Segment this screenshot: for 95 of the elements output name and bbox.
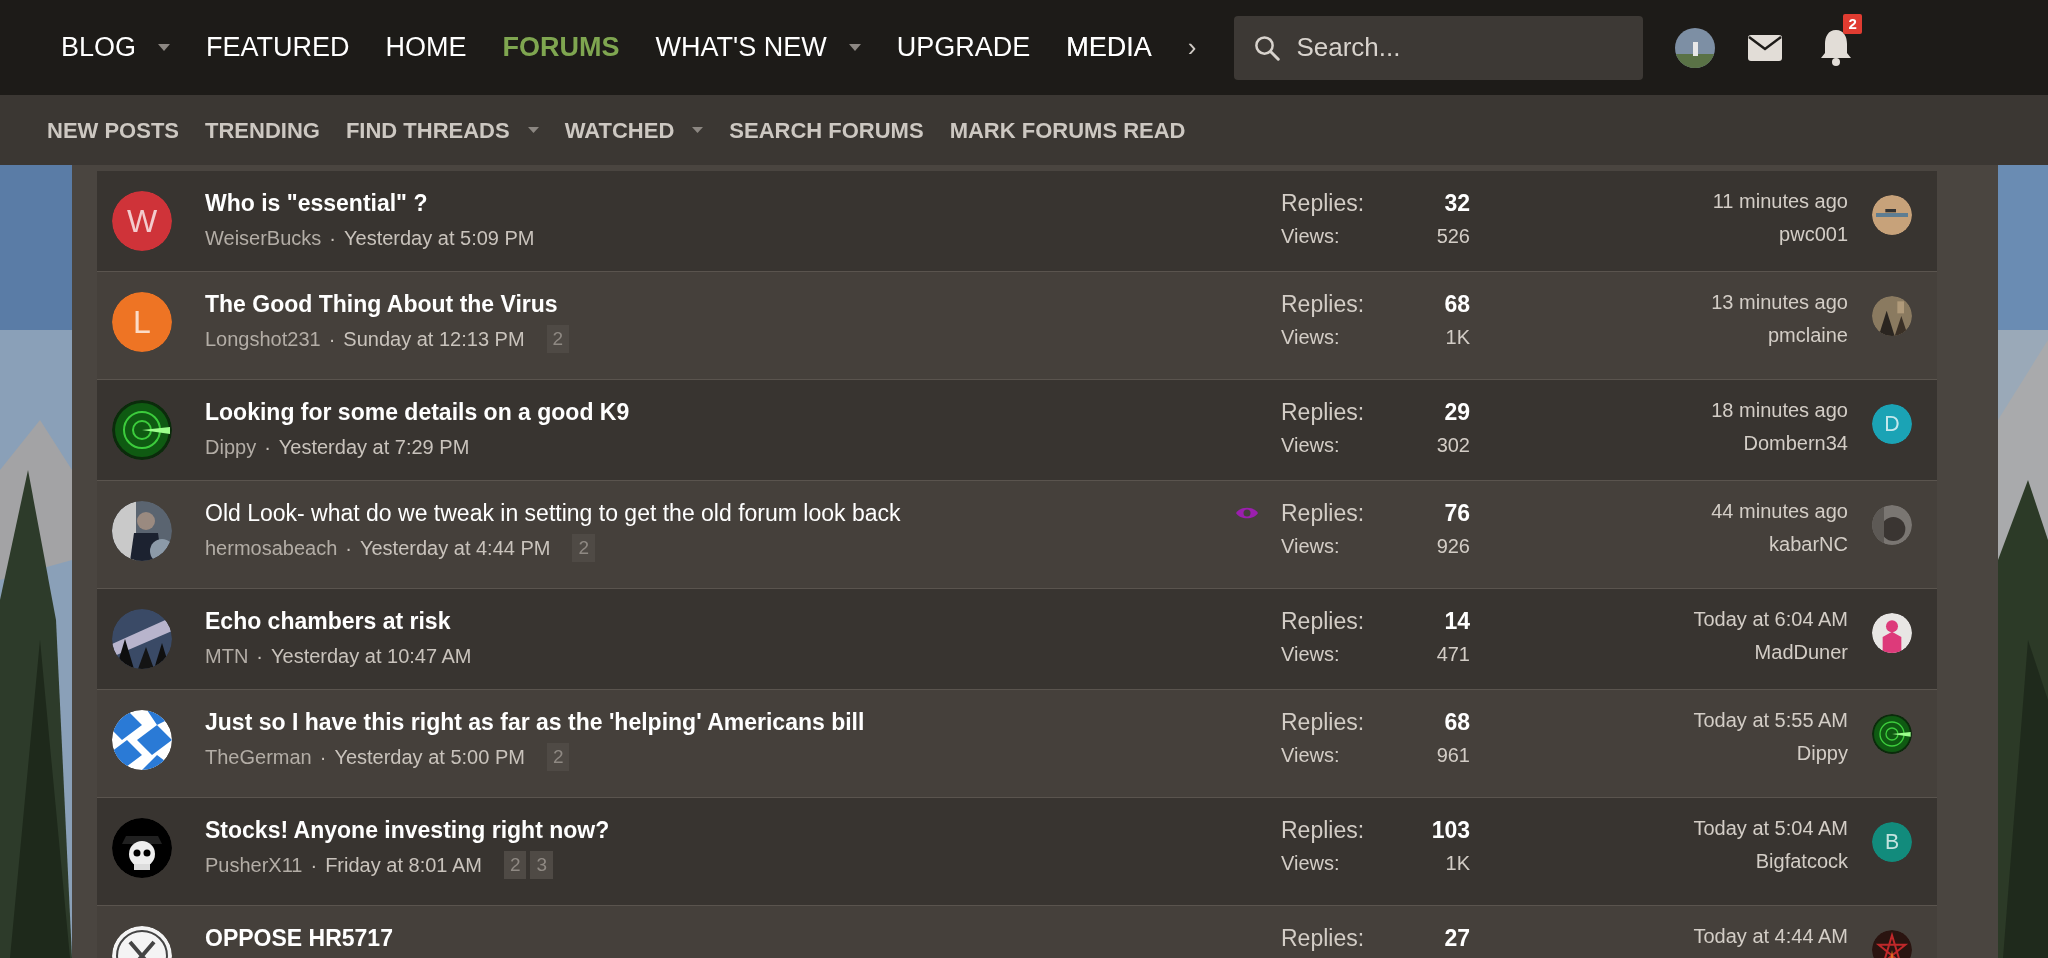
subnav-link[interactable]: TRENDING [205, 113, 320, 147]
author-link[interactable]: Longshot231 [205, 324, 321, 354]
last-poster-name[interactable]: Bigfatcock [1755, 846, 1848, 876]
reply-count: 68 [1444, 290, 1470, 319]
nav-tab[interactable]: FORUMS [502, 27, 620, 68]
author-link[interactable]: hermosabeach [205, 533, 338, 563]
nav-tab[interactable]: BLOG [61, 27, 137, 68]
post-date[interactable]: Yesterday at 5:09 PM [344, 223, 535, 253]
reply-count: 29 [1444, 398, 1470, 427]
reply-count: 14 [1444, 607, 1470, 636]
reply-count: 68 [1444, 708, 1470, 737]
view-count: 302 [1436, 433, 1470, 458]
last-post-time[interactable]: Today at 4:44 AM [1693, 922, 1848, 950]
stat-label: Views: [1281, 224, 1340, 249]
caret-icon[interactable] [692, 127, 704, 133]
alert-count-badge: 2 [1843, 13, 1862, 34]
stat-label: Replies: [1281, 708, 1365, 737]
nav-tab[interactable]: UPGRADE [896, 27, 1031, 68]
author-link[interactable]: MTN [205, 641, 249, 671]
last-poster-name[interactable]: pwc001 [1779, 219, 1848, 249]
view-count: 526 [1436, 224, 1470, 249]
thread-title[interactable]: Who is "essential" ? [205, 187, 1235, 219]
stat-label: Views: [1281, 534, 1340, 559]
last-poster-name[interactable]: MadDuner [1754, 637, 1848, 667]
stat-label: Replies: [1281, 499, 1365, 528]
separator-dot: · [256, 644, 263, 669]
view-count: 926 [1436, 534, 1470, 559]
last-post-time[interactable]: 13 minutes ago [1711, 288, 1848, 316]
view-count: 1K [1445, 325, 1470, 350]
nav-tab[interactable]: HOME [385, 27, 467, 68]
last-post-time[interactable]: 44 minutes ago [1711, 497, 1848, 525]
caret-icon[interactable] [848, 44, 861, 51]
nav-tab[interactable]: WHAT'S NEW [655, 27, 827, 68]
thread-title[interactable]: The Good Thing About the Virus [205, 288, 1235, 320]
thread-title[interactable]: Old Look- what do we tweak in setting to get the old forum look back [205, 497, 1235, 529]
search-field[interactable]: Search... [1234, 15, 1644, 80]
stat-label: Views: [1281, 743, 1340, 768]
post-date[interactable]: Friday at 8:01 AM [325, 850, 482, 880]
post-date[interactable]: Yesterday at 7:29 PM [278, 432, 470, 462]
separator-dot: · [319, 745, 327, 770]
stat-label: Replies: [1281, 398, 1365, 427]
author-link[interactable]: Dippy [205, 432, 257, 462]
thread-title[interactable]: OPPOSE HR5717 [205, 922, 1235, 954]
mail-icon[interactable] [1747, 33, 1784, 62]
reply-count: 103 [1431, 816, 1470, 845]
stat-label: Replies: [1281, 607, 1365, 636]
subnav-link[interactable]: FIND THREADS [345, 113, 510, 147]
reply-count: 27 [1444, 924, 1470, 953]
more-arrow[interactable]: › [1187, 28, 1197, 67]
last-post-time[interactable]: 11 minutes ago [1712, 187, 1848, 215]
reply-count: 32 [1444, 189, 1470, 218]
subnav-link[interactable]: WATCHED [564, 113, 675, 147]
thread-title[interactable]: Echo chambers at risk [205, 605, 1235, 637]
author-link[interactable]: WeiserBucks [205, 223, 322, 253]
stat-label: Views: [1281, 851, 1340, 876]
last-post-time[interactable]: Today at 5:55 AM [1693, 706, 1848, 734]
view-count: 961 [1436, 743, 1470, 768]
subnav-link[interactable]: SEARCH FORUMS [729, 113, 924, 147]
stat-label: Views: [1281, 433, 1340, 458]
stat-label: Views: [1281, 642, 1340, 667]
thread-title[interactable]: Just so I have this right as far as the 'helping' Americans bill [205, 706, 1235, 738]
caret-icon[interactable] [158, 44, 171, 51]
last-poster-name[interactable]: kabarNC [1769, 529, 1848, 559]
last-post-time[interactable]: Today at 5:04 AM [1693, 814, 1848, 842]
last-poster-name[interactable]: Dippy [1796, 738, 1848, 768]
separator-dot: · [329, 226, 336, 251]
bell-icon[interactable] [1819, 27, 1854, 66]
separator-dot: · [328, 327, 336, 352]
thread-title[interactable]: Looking for some details on a good K9 [205, 396, 1235, 428]
view-count: 471 [1436, 642, 1470, 667]
post-date[interactable]: Yesterday at 4:44 PM [360, 533, 551, 563]
last-post-time[interactable]: 18 minutes ago [1711, 396, 1848, 424]
thread-title[interactable]: Stocks! Anyone investing right now? [205, 814, 1235, 846]
stat-label: Replies: [1281, 924, 1365, 953]
separator-dot: · [310, 853, 318, 878]
stat-label: Replies: [1281, 290, 1365, 319]
post-date[interactable]: Sunday at 12:13 PM [343, 324, 525, 354]
subnav-link[interactable]: NEW POSTS [47, 113, 179, 147]
separator-dot: · [345, 536, 352, 561]
nav-tab[interactable]: FEATURED [206, 27, 350, 68]
last-poster-name[interactable]: Dombern34 [1743, 428, 1848, 458]
stat-label: Replies: [1281, 189, 1365, 218]
reply-count: 76 [1444, 499, 1470, 528]
last-post-time[interactable]: Today at 6:04 AM [1693, 605, 1848, 633]
author-link[interactable]: TheGerman [205, 742, 312, 772]
post-date[interactable]: Yesterday at 10:47 AM [271, 641, 472, 671]
subnav-link[interactable]: MARK FORUMS READ [949, 113, 1186, 147]
view-count: 1K [1445, 851, 1470, 876]
separator-dot: · [264, 435, 271, 460]
stat-label: Views: [1281, 325, 1340, 350]
last-poster-name[interactable]: pmclaine [1767, 320, 1848, 350]
author-link[interactable]: PusherX11 [205, 850, 303, 880]
stat-label: Replies: [1281, 816, 1365, 845]
caret-icon[interactable] [527, 127, 539, 133]
post-date[interactable]: Yesterday at 5:00 PM [334, 742, 525, 772]
